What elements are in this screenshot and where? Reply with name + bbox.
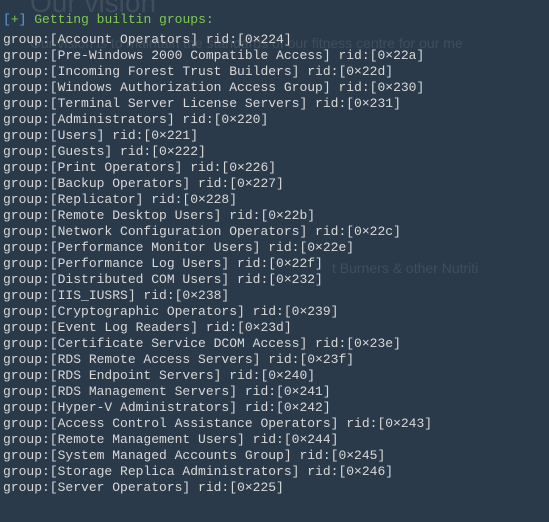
group-line: group:[RDS Management Servers] rid:[0×24… (3, 384, 546, 400)
group-line: group:[Terminal Server License Servers] … (3, 96, 546, 112)
group-line: group:[Pre-Windows 2000 Compatible Acces… (3, 48, 546, 64)
header-label: Getting builtin groups: (26, 12, 213, 27)
group-line: group:[IIS_IUSRS] rid:[0×238] (3, 288, 546, 304)
group-line: group:[Performance Monitor Users] rid:[0… (3, 240, 546, 256)
group-line: group:[Cryptographic Operators] rid:[0×2… (3, 304, 546, 320)
plus-icon: + (11, 12, 19, 27)
group-line: group:[Certificate Service DCOM Access] … (3, 336, 546, 352)
group-line: group:[Event Log Readers] rid:[0×23d] (3, 320, 546, 336)
group-line: group:[Print Operators] rid:[0×226] (3, 160, 546, 176)
group-line: group:[Backup Operators] rid:[0×227] (3, 176, 546, 192)
group-line: group:[Network Configuration Operators] … (3, 224, 546, 240)
group-line: group:[Account Operators] rid:[0×224] (3, 32, 546, 48)
group-line: group:[Distributed COM Users] rid:[0×232… (3, 272, 546, 288)
terminal-output: [+] Getting builtin groups: group:[Accou… (0, 0, 549, 496)
group-line: group:[Server Operators] rid:[0×225] (3, 480, 546, 496)
group-line: group:[Storage Replica Administrators] r… (3, 464, 546, 480)
group-line: group:[Performance Log Users] rid:[0×22f… (3, 256, 546, 272)
group-line: group:[Incoming Forest Trust Builders] r… (3, 64, 546, 80)
section-header: [+] Getting builtin groups: (3, 0, 546, 32)
group-line: group:[Guests] rid:[0×222] (3, 144, 546, 160)
group-list: group:[Account Operators] rid:[0×224]gro… (3, 32, 546, 496)
group-line: group:[Remote Management Users] rid:[0×2… (3, 432, 546, 448)
bracket-open: [ (3, 12, 11, 27)
group-line: group:[Windows Authorization Access Grou… (3, 80, 546, 96)
group-line: group:[Access Control Assistance Operato… (3, 416, 546, 432)
group-line: group:[RDS Remote Access Servers] rid:[0… (3, 352, 546, 368)
group-line: group:[RDS Endpoint Servers] rid:[0×240] (3, 368, 546, 384)
group-line: group:[Remote Desktop Users] rid:[0×22b] (3, 208, 546, 224)
group-line: group:[System Managed Accounts Group] ri… (3, 448, 546, 464)
group-line: group:[Users] rid:[0×221] (3, 128, 546, 144)
group-line: group:[Replicator] rid:[0×228] (3, 192, 546, 208)
group-line: group:[Hyper-V Administrators] rid:[0×24… (3, 400, 546, 416)
group-line: group:[Administrators] rid:[0×220] (3, 112, 546, 128)
